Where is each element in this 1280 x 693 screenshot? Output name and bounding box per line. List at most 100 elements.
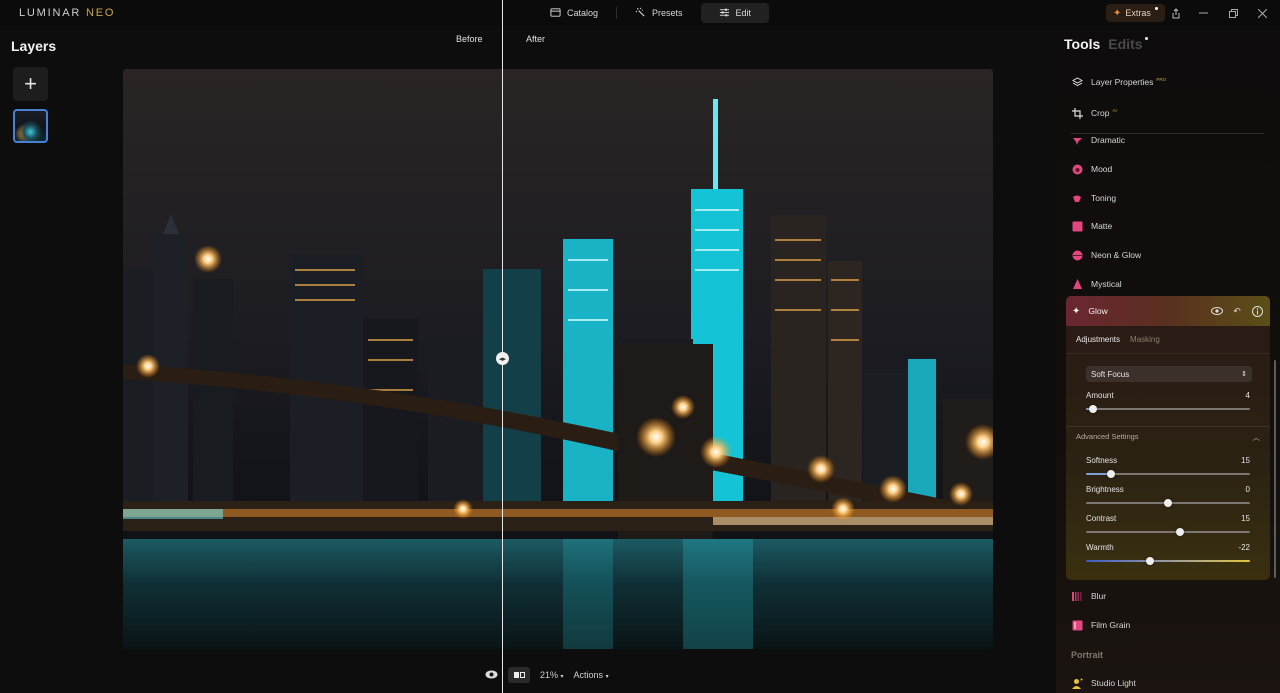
- advanced-settings-toggle[interactable]: Advanced Settings ︿: [1076, 432, 1260, 443]
- pro-badge: PRO: [1156, 76, 1167, 82]
- nav-divider: [616, 7, 618, 19]
- layer-thumbnail[interactable]: [13, 109, 48, 143]
- layers-icon: [1072, 76, 1083, 88]
- advanced-settings-label: Advanced Settings: [1076, 432, 1139, 441]
- amount-label: Amount: [1086, 391, 1114, 400]
- puzzle-icon: ✦: [1113, 7, 1122, 19]
- amount-slider-row: Amount 4: [1086, 391, 1250, 413]
- warmth-value: -22: [1238, 543, 1250, 552]
- tool-neon-glow[interactable]: Neon & Glow: [1072, 247, 1141, 263]
- photo-canvas[interactable]: [123, 69, 993, 649]
- extras-button[interactable]: ✦ Extras: [1106, 4, 1165, 22]
- amount-slider[interactable]: [1086, 405, 1250, 413]
- glow-type-value: Soft Focus: [1091, 369, 1130, 379]
- slider-knob[interactable]: [1088, 405, 1097, 413]
- zoom-dropdown[interactable]: 21% ▾: [540, 670, 564, 680]
- folder-icon: [550, 7, 561, 20]
- eye-icon[interactable]: [1210, 304, 1224, 318]
- tool-label: Mood: [1091, 164, 1113, 174]
- tool-matte[interactable]: Matte: [1072, 218, 1112, 234]
- sparkle-icon: ✦: [1072, 305, 1081, 317]
- contrast-slider-row: Contrast 15: [1086, 514, 1250, 536]
- sliders-icon: [719, 7, 730, 20]
- tool-mood[interactable]: Mood: [1072, 161, 1112, 177]
- divider: [1066, 353, 1270, 354]
- compare-toggle-button[interactable]: [508, 667, 530, 683]
- softness-slider[interactable]: [1086, 470, 1250, 478]
- canvas-toolbar: 21% ▾ Actions ▾: [485, 667, 609, 683]
- nav-catalog[interactable]: Catalog: [540, 3, 608, 23]
- tool-blur[interactable]: Blur: [1072, 588, 1106, 604]
- slider-knob[interactable]: [1176, 528, 1185, 536]
- tool-label: Crop: [1091, 108, 1110, 118]
- nav-edit[interactable]: Edit: [700, 3, 770, 23]
- share-icon[interactable]: [1168, 5, 1184, 21]
- tool-label: Blur: [1091, 591, 1107, 601]
- tools-panel: Tools Edits Layer Properties PRO Crop AI…: [1056, 26, 1280, 693]
- extras-label: Extras: [1125, 8, 1151, 18]
- tool-label: Toning: [1091, 193, 1117, 203]
- warmth-slider-row: Warmth -22: [1086, 543, 1250, 565]
- tool-studio-light[interactable]: Studio Light: [1072, 675, 1136, 691]
- tool-toning[interactable]: Toning: [1072, 190, 1116, 206]
- warmth-label: Warmth: [1086, 543, 1114, 552]
- softness-value: 15: [1241, 456, 1250, 465]
- nav-presets-label: Presets: [652, 8, 683, 18]
- brightness-slider-row: Brightness 0: [1086, 485, 1250, 507]
- logo-accent: NEO: [85, 7, 116, 19]
- add-layer-button[interactable]: +: [13, 67, 48, 101]
- compare-divider[interactable]: [502, 0, 503, 693]
- city-night-photo: [123, 69, 993, 649]
- tool-crop[interactable]: Crop AI: [1072, 105, 1117, 121]
- tool-dramatic[interactable]: Dramatic: [1072, 132, 1125, 148]
- slider-knob[interactable]: [1106, 470, 1115, 478]
- info-icon[interactable]: [1250, 304, 1264, 318]
- neon-glow-icon: [1072, 250, 1083, 261]
- contrast-slider[interactable]: [1086, 528, 1250, 536]
- brightness-slider[interactable]: [1086, 499, 1250, 507]
- eye-icon[interactable]: [485, 670, 498, 681]
- section-portrait: Portrait: [1071, 650, 1104, 660]
- tool-label: Neon & Glow: [1091, 250, 1142, 260]
- glow-type-select[interactable]: Soft Focus ⇕: [1086, 366, 1252, 382]
- minimize-icon[interactable]: [1195, 5, 1211, 21]
- tool-label: Film Grain: [1091, 620, 1131, 630]
- plus-icon: +: [24, 71, 37, 96]
- chevron-up-icon: ︿: [1252, 433, 1261, 442]
- warmth-slider[interactable]: [1086, 557, 1250, 565]
- close-icon[interactable]: [1254, 5, 1270, 21]
- layers-title: Layers: [11, 38, 57, 54]
- subtab-adjustments[interactable]: Adjustments: [1076, 335, 1120, 344]
- nav-edit-label: Edit: [735, 8, 752, 18]
- glow-header[interactable]: ✦ Glow ↶: [1066, 296, 1270, 326]
- reset-icon[interactable]: ↶: [1230, 304, 1244, 318]
- contrast-label: Contrast: [1086, 514, 1117, 523]
- tool-label: Matte: [1091, 221, 1113, 231]
- tool-label: Dramatic: [1091, 135, 1126, 145]
- tool-film-grain[interactable]: Film Grain: [1072, 617, 1130, 633]
- main-nav: Catalog Presets Edit: [540, 3, 770, 23]
- compare-handle-icon[interactable]: ◂▸: [496, 352, 509, 365]
- panel-tabs: Tools Edits: [1064, 36, 1148, 52]
- nav-presets[interactable]: Presets: [625, 3, 693, 23]
- tools-scrollbar[interactable]: [1274, 360, 1276, 578]
- tool-label: Layer Properties: [1091, 77, 1154, 87]
- studio-light-icon: [1072, 678, 1083, 689]
- tool-label: Mystical: [1091, 279, 1122, 289]
- slider-knob[interactable]: [1164, 499, 1172, 507]
- softness-label: Softness: [1086, 456, 1118, 465]
- glow-subtabs: Adjustments Masking: [1066, 326, 1270, 353]
- tool-layer-properties[interactable]: Layer Properties PRO: [1072, 74, 1166, 90]
- tab-tools[interactable]: Tools: [1064, 36, 1100, 52]
- restore-icon[interactable]: [1225, 5, 1241, 21]
- mystical-icon: [1072, 278, 1083, 290]
- contrast-value: 15: [1241, 514, 1250, 523]
- zoom-level: 21%: [540, 670, 559, 680]
- actions-label: Actions: [573, 670, 604, 680]
- actions-dropdown[interactable]: Actions ▾: [574, 670, 609, 680]
- subtab-masking[interactable]: Masking: [1130, 335, 1160, 344]
- logo-text: LUMINAR: [19, 7, 86, 19]
- tab-edits[interactable]: Edits: [1108, 36, 1142, 52]
- slider-knob[interactable]: [1145, 557, 1154, 565]
- tool-mystical[interactable]: Mystical: [1072, 276, 1122, 292]
